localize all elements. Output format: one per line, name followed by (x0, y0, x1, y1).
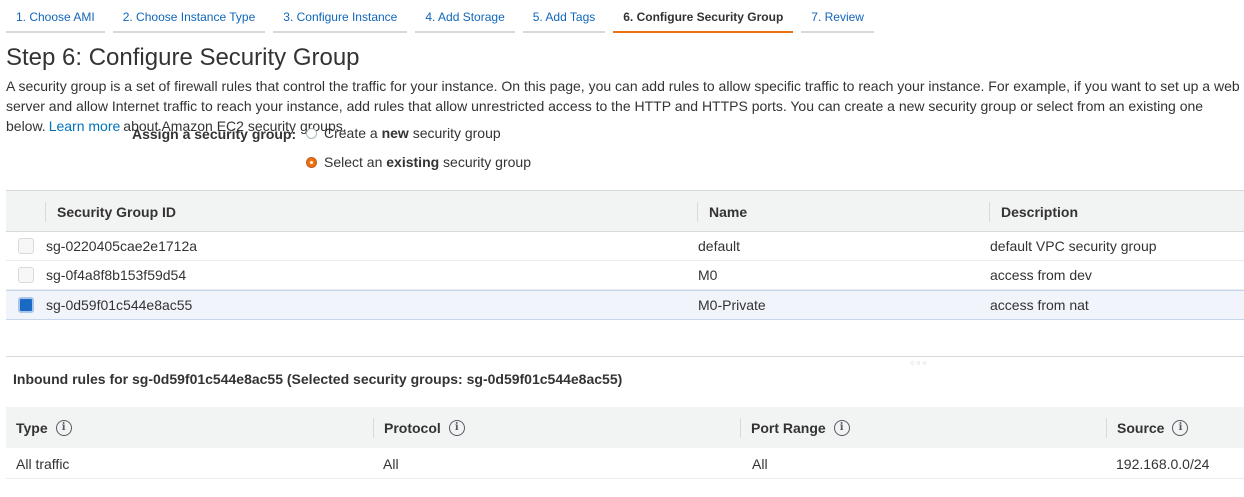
security-group-description: access from dev (990, 267, 1092, 283)
table-row[interactable]: sg-0f4a8f8b153f59d54 M0 access from dev (6, 261, 1244, 290)
wizard-steps: 1. Choose AMI 2. Choose Instance Type 3.… (6, 0, 882, 33)
tab-choose-instance-type[interactable]: 2. Choose Instance Type (112, 0, 266, 33)
column-header-description[interactable]: Description (989, 202, 1078, 222)
tab-configure-instance[interactable]: 3. Configure Instance (273, 0, 408, 33)
info-icon[interactable]: i (1172, 420, 1189, 436)
security-group-name: M0-Private (698, 297, 766, 313)
tab-choose-ami[interactable]: 1. Choose AMI (6, 0, 105, 33)
create-new-security-group-option[interactable]: Create a new security group (306, 125, 501, 141)
page-title: Step 6: Configure Security Group (6, 44, 360, 71)
panel-divider (6, 356, 1244, 357)
checkbox-checked-icon[interactable] (18, 297, 34, 313)
create-option-text: Create a new security group (324, 125, 501, 141)
security-group-id: sg-0d59f01c544e8ac55 (46, 297, 193, 313)
tab-configure-security-group[interactable]: 6. Configure Security Group (613, 0, 794, 33)
existing-option-text: Select an existing security group (324, 154, 531, 170)
checkbox-icon[interactable] (18, 267, 34, 283)
tab-review[interactable]: 7. Review (801, 0, 874, 33)
checkbox-icon[interactable] (18, 238, 34, 254)
inbound-rules-title: Inbound rules for sg-0d59f01c544e8ac55 (… (13, 371, 623, 387)
info-icon[interactable]: i (55, 420, 72, 436)
security-group-id: sg-0220405cae2e1712a (46, 238, 198, 254)
security-group-description: default VPC security group (990, 238, 1157, 254)
column-header-protocol: Protocol i (373, 418, 465, 438)
column-header-name[interactable]: Name (697, 202, 747, 222)
info-icon[interactable]: i (833, 420, 850, 436)
security-group-name: M0 (698, 267, 718, 283)
tab-add-tags[interactable]: 5. Add Tags (522, 0, 606, 33)
column-header-port-range: Port Range i (740, 418, 850, 438)
column-header-source: Source i (1106, 418, 1189, 438)
inbound-rules-table: Type i Protocol i Port Range i Source i All … (6, 407, 1244, 479)
resize-grip-icon[interactable]: ○○○ (910, 360, 929, 367)
select-existing-security-group-option[interactable]: Select an existing security group (306, 154, 531, 170)
learn-more-link[interactable]: Learn more (49, 118, 121, 134)
rule-type: All traffic (16, 456, 70, 472)
security-group-name: default (698, 238, 741, 254)
table-row-selected[interactable]: sg-0d59f01c544e8ac55 M0-Private access f… (6, 290, 1244, 320)
rule-protocol: All (383, 456, 399, 472)
table-row: All traffic All All 192.168.0.0/24 (6, 448, 1244, 479)
security-groups-table-header: Security Group ID Name Description (6, 190, 1244, 232)
tab-add-storage[interactable]: 4. Add Storage (415, 0, 515, 33)
radio-unchecked-icon[interactable] (306, 127, 317, 139)
assign-security-group-label: Assign a security group: (132, 126, 297, 142)
security-group-id: sg-0f4a8f8b153f59d54 (46, 267, 187, 283)
table-row[interactable]: sg-0220405cae2e1712a default default VPC… (6, 232, 1244, 261)
rule-port-range: All (752, 456, 768, 472)
inbound-rules-header: Type i Protocol i Port Range i Source i (6, 407, 1244, 448)
security-groups-table: Security Group ID Name Description sg-02… (6, 190, 1244, 320)
info-icon[interactable]: i (448, 420, 465, 436)
radio-checked-icon[interactable] (306, 156, 317, 168)
column-header-security-group-id[interactable]: Security Group ID (45, 202, 176, 222)
security-group-description: access from nat (990, 297, 1089, 313)
column-header-type: Type i (16, 418, 72, 438)
rule-source: 192.168.0.0/24 (1116, 456, 1210, 472)
